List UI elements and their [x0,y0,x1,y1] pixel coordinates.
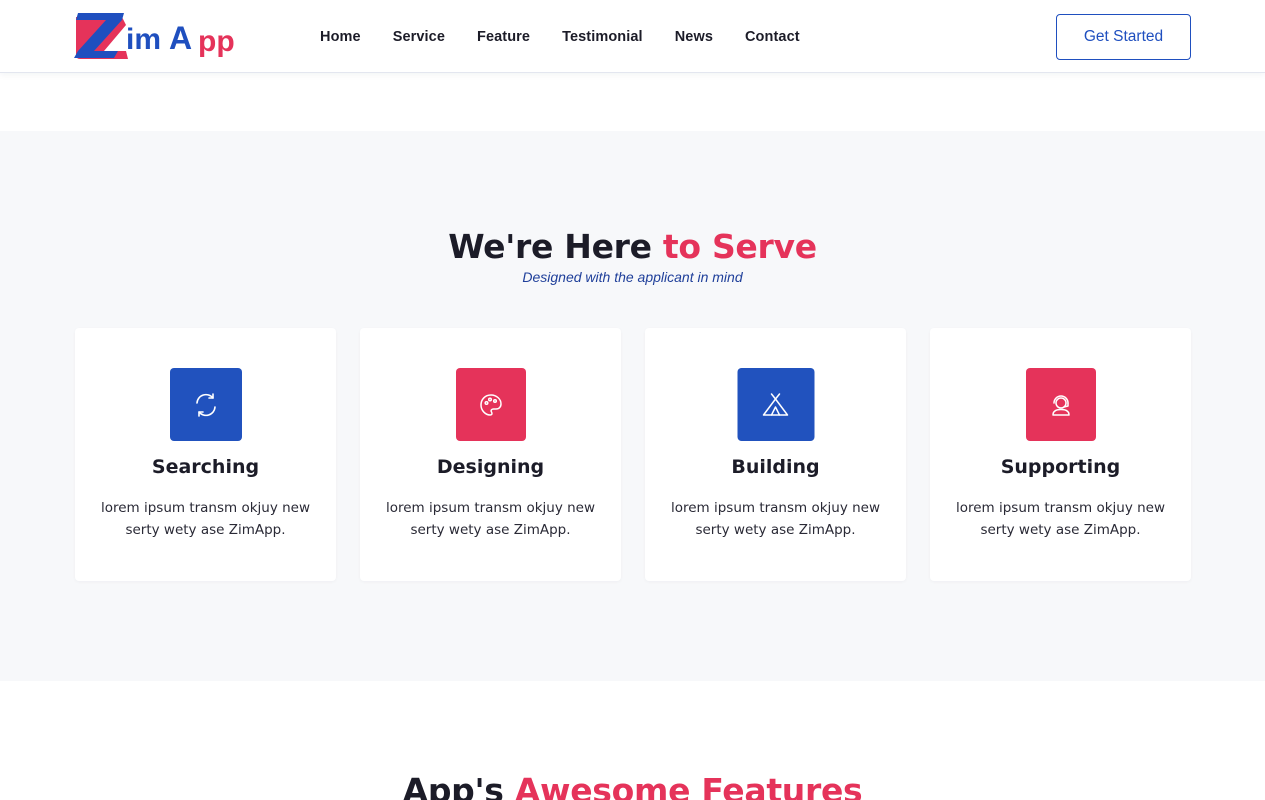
service-card-designing: Designing lorem ipsum transm okjuy new s… [360,328,621,581]
palette-icon [455,368,526,441]
get-started-button[interactable]: Get Started [1056,14,1191,60]
section-subtitle: Designed with the applicant in mind [522,269,743,285]
service-card-building: Building lorem ipsum transm okjuy new se… [645,328,906,581]
card-description: lorem ipsum transm okjuy new serty wety … [670,500,881,538]
features-title-main: App's [402,771,515,800]
card-title: Searching [151,456,260,478]
section-title: We're Here to Serve [0,227,1265,266]
nav-contact[interactable]: Contact [745,29,800,45]
service-section: We're Here to Serve Designed with the ap… [0,131,1265,681]
card-title: Designing [436,456,545,478]
site-header: im A pp Home Service Feature Testimonial… [0,0,1265,73]
card-description: lorem ipsum transm okjuy new serty wety … [385,500,596,538]
svg-text:pp: pp [198,25,235,58]
zimapp-logo[interactable]: im A pp [74,11,256,61]
nav-home[interactable]: Home [320,29,361,45]
refresh-icon [169,368,242,441]
card-title: Supporting [1000,456,1121,478]
service-card-supporting: Supporting lorem ipsum transm okjuy new … [930,328,1191,581]
service-card-searching: Searching lorem ipsum transm okjuy new s… [75,328,336,581]
features-section-title: App's Awesome Features [0,771,1265,800]
nav-service[interactable]: Service [393,29,445,45]
nav-news[interactable]: News [675,29,713,45]
main-nav: Home Service Feature Testimonial News Co… [320,0,832,73]
tent-icon [737,368,814,441]
svg-text:im: im [126,23,161,56]
card-title: Building [731,456,820,478]
support-agent-icon [1025,368,1096,441]
nav-testimonial[interactable]: Testimonial [562,29,643,45]
card-description: lorem ipsum transm okjuy new serty wety … [100,500,311,538]
svg-text:A: A [169,20,192,56]
section-title-main: We're Here [448,227,663,266]
nav-feature[interactable]: Feature [477,29,530,45]
section-title-accent: to Serve [662,227,817,266]
card-description: lorem ipsum transm okjuy new serty wety … [955,500,1166,538]
features-title-accent: Awesome Features [514,771,863,800]
